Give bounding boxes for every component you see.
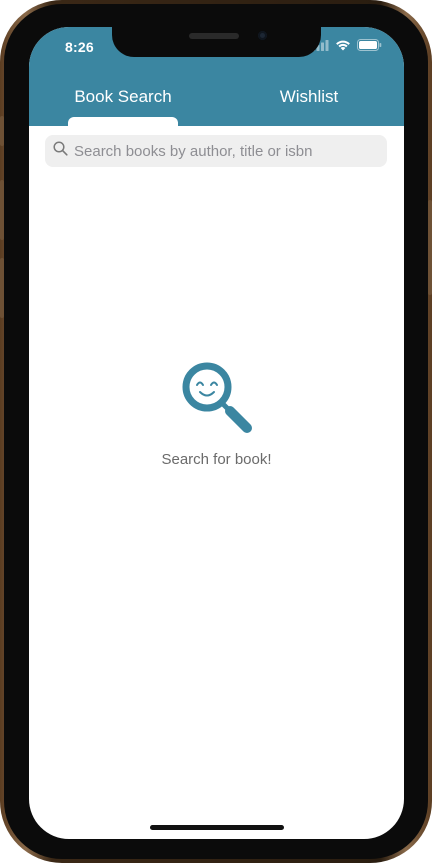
magnifier-smile-icon <box>182 362 252 433</box>
search-bar[interactable] <box>45 135 387 167</box>
status-time: 8:26 <box>65 39 94 55</box>
battery-icon <box>357 38 382 56</box>
notch <box>112 27 321 57</box>
selected-tab-indicator <box>68 117 178 129</box>
tab-book-search[interactable]: Book Search <box>59 87 187 107</box>
front-camera <box>258 31 267 40</box>
speaker <box>189 33 239 39</box>
phone-frame: 8:26 Book Search Wishlist Search books b… <box>0 0 432 863</box>
home-indicator[interactable] <box>150 825 284 830</box>
empty-state-message: Search for book! <box>161 451 272 468</box>
power-button <box>428 200 432 295</box>
empty-state: Search for book! <box>29 357 404 468</box>
wifi-icon <box>335 38 351 56</box>
search-icon <box>53 141 68 161</box>
status-icons <box>312 38 382 56</box>
screen: 8:26 Book Search Wishlist Search books b… <box>29 27 404 839</box>
search-input[interactable] <box>74 142 374 160</box>
tab-wishlist[interactable]: Wishlist <box>245 87 373 107</box>
